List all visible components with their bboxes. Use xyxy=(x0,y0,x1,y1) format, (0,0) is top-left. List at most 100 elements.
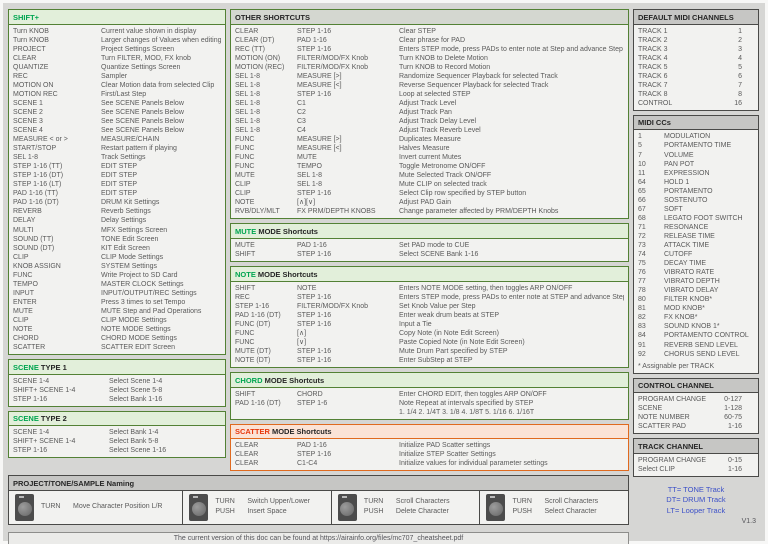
shortcut-description: Invert current Mutes xyxy=(399,154,462,162)
shortcut-key: REVERB xyxy=(13,208,42,216)
shortcut-description: See SCENE Panels Below xyxy=(101,127,184,135)
shortcut-key: CHORD xyxy=(13,335,39,343)
naming-cell-position: TURN Move Character Position L/R xyxy=(9,490,184,524)
shortcut-description: Select SCENE Bank 1-16 xyxy=(399,251,479,259)
shortcut-description: Halves Measure xyxy=(399,145,450,153)
shortcut-row: TEMPO MASTER CLOCK Settings xyxy=(9,280,225,289)
footer: The current version of this doc can be f… xyxy=(8,531,629,544)
scatter-mode-rows: CLEAR PAD 1-16 Initialize PAD Scatter se… xyxy=(231,439,628,470)
naming-row-turn: TURN Scroll Characters xyxy=(512,497,598,507)
naming-row-push: PUSH Delete Character xyxy=(364,507,450,517)
shortcut-row: CLIP CLIP Mode Settings xyxy=(9,253,225,262)
shortcut-row: STEP 1-16 (LT) EDIT STEP xyxy=(9,180,225,189)
cc-number: 92 xyxy=(638,350,646,358)
shortcut-key: MOTION ON xyxy=(13,81,54,89)
shortcut-key: QUANTIZE xyxy=(13,63,49,71)
shortcut-description: Turn KNOB to Delete Motion xyxy=(399,54,488,62)
shortcut-button1: SEL 1-8 xyxy=(235,117,261,125)
push-action: Delete Character xyxy=(395,508,449,516)
shortcut-row: CLIP SEL 1-8 Mute CLIP on selected track xyxy=(231,180,628,189)
shortcut-button1: MOTION (REC) xyxy=(235,63,285,71)
shortcut-key: REC xyxy=(13,72,28,80)
shortcut-key: ENTER xyxy=(13,298,37,306)
shortcut-button1: RVB/DLY/MLT xyxy=(235,208,280,216)
shortcut-description: CLIP MODE Settings xyxy=(101,317,167,324)
shortcut-row: START/STOP Restart pattern if playing xyxy=(9,144,225,153)
shortcut-description: Initialize values for individual paramet… xyxy=(399,460,548,468)
naming-panel-body: TURN Move Character Position L/R TURN Sw… xyxy=(9,490,628,524)
cc-number: 68 xyxy=(638,214,646,222)
shortcut-button2: SEL 1-8 xyxy=(297,172,323,180)
shortcut-row: 1. 1/4 2. 1/4T 3. 1/8 4. 1/8T 5. 1/16 6.… xyxy=(231,408,628,417)
turn-label: TURN xyxy=(41,503,61,511)
midi-ccs-panel: MIDI CCs 1 MODULATION 5 PORTAMENTO TIME … xyxy=(633,114,759,374)
shortcut-button1: MUTE (DT) xyxy=(235,347,271,355)
cc-name: SOUND KNOB 1* xyxy=(664,323,720,331)
shortcut-description: Mute CLIP on selected track xyxy=(399,181,487,189)
cc-name: SOSTENUTO xyxy=(664,196,708,204)
cc-number: 80 xyxy=(638,296,646,304)
shortcut-button1: NOTE xyxy=(235,199,255,207)
table-row: TRACK 4 4 xyxy=(634,54,758,63)
shortcut-key: SCENE 3 xyxy=(13,117,43,125)
footer-text[interactable]: The current version of this doc can be f… xyxy=(8,531,629,544)
shortcut-description: Clear phrase for PAD xyxy=(399,36,466,44)
scene-type1-title-accent: SCENE xyxy=(13,362,39,372)
shortcut-description: CLIP Mode Settings xyxy=(101,253,164,261)
mute-mode-panel: MUTE MODE Shortcuts MUTE PAD 1-16 Set PA… xyxy=(230,223,629,263)
table-row: TRACK 5 5 xyxy=(634,63,758,72)
shortcut-description: Delay Settings xyxy=(101,217,147,225)
shortcut-row: QUANTIZE Quantize Settings Screen xyxy=(9,63,225,72)
push-action: Insert Space xyxy=(247,508,287,516)
shortcut-button2: STEP 1-16 xyxy=(297,251,332,259)
shortcut-description: Turn FILTER, MOD, FX knob xyxy=(101,54,191,62)
shortcut-description: Enters NOTE MODE setting, then toggles A… xyxy=(399,284,573,292)
shortcut-description: Clear Motion data from selected Clip xyxy=(101,81,215,89)
cc-number: 91 xyxy=(638,341,646,349)
cc-number: 76 xyxy=(638,269,646,277)
turn-label: TURN xyxy=(512,498,532,506)
table-row: TRACK 7 7 xyxy=(634,81,758,90)
shortcut-button2: PAD 1-16 xyxy=(297,36,327,44)
shortcut-description: See SCENE Panels Below xyxy=(101,99,184,107)
shortcut-description: Quantize Settings Screen xyxy=(101,63,181,71)
shortcut-row: SCENE 1-4 Select Bank 1-4 xyxy=(9,428,225,437)
control-channel-panel: CONTROL CHANNEL PROGRAM CHANGE 0-127 SCE… xyxy=(633,377,759,435)
legend-item: DT= DRUM Track xyxy=(666,495,726,505)
shortcut-description: Select Bank 5-8 xyxy=(109,438,159,446)
shortcut-description: Mute Selected Track ON/OFF xyxy=(399,172,492,180)
shortcut-key: MULTI xyxy=(13,226,34,234)
shortcut-key: MEASURE < or > xyxy=(13,136,68,144)
naming-panel-header: PROJECT/TONE/SAMPLE Naming xyxy=(9,476,628,491)
knob-icon xyxy=(189,493,209,521)
cc-number: 77 xyxy=(638,278,646,286)
table-row: 91 REVERB SEND LEVEL xyxy=(634,341,758,350)
table-row: 75 DECAY TIME xyxy=(634,259,758,268)
shortcut-description: Note Repeat at intervals specified by ST… xyxy=(399,399,534,407)
cc-name: RESONANCE xyxy=(664,223,709,231)
channel-number: 1 xyxy=(738,27,742,35)
other-shortcuts-rows: CLEAR STEP 1-16 Clear STEP CLEAR (DT) PA… xyxy=(231,25,628,219)
shortcut-key: DELAY xyxy=(13,217,36,225)
shortcut-button1: SHIFT xyxy=(235,251,256,259)
shortcut-row: FUNC [∧] Copy Note (in Note Edit Screen) xyxy=(231,329,628,338)
shortcut-row: SCENE 3 See SCENE Panels Below xyxy=(9,117,225,126)
shortcut-description: Set Knob Value per Step xyxy=(399,302,476,310)
parameter-name: PROGRAM CHANGE xyxy=(638,396,707,404)
midi-channels-panel: DEFAULT MIDI CHANNELS TRACK 1 1 TRACK 2 … xyxy=(633,9,759,111)
shortcut-description: Enter SubStep at STEP xyxy=(399,356,473,364)
naming-row-turn: TURN Scroll Characters xyxy=(364,497,450,507)
midi-channels-header: DEFAULT MIDI CHANNELS xyxy=(634,10,758,25)
shortcut-button1: SEL 1-8 xyxy=(235,127,261,135)
shortcut-button1: FUNC xyxy=(235,163,255,171)
channel-number: 5 xyxy=(738,63,742,71)
cc-number: 84 xyxy=(638,332,646,340)
shortcut-row: FUNC [∨] Paste Copied Note (in Note Edit… xyxy=(231,338,628,347)
naming-cell-rows: TURN Switch Upper/Lower PUSH Insert Spac… xyxy=(215,497,310,517)
shortcut-row: SEL 1-8 C2 Adjust Track Pan xyxy=(231,108,628,117)
shortcut-description: Change parameter affected by PRM/DEPTH K… xyxy=(399,208,559,216)
shortcut-row: FUNC TEMPO Toggle Metronome ON/OFF xyxy=(231,162,628,171)
shortcut-row: SCENE 4 See SCENE Panels Below xyxy=(9,126,225,135)
shortcut-description: Adjust PAD Gain xyxy=(399,199,452,207)
cc-number: 1 xyxy=(638,133,642,141)
